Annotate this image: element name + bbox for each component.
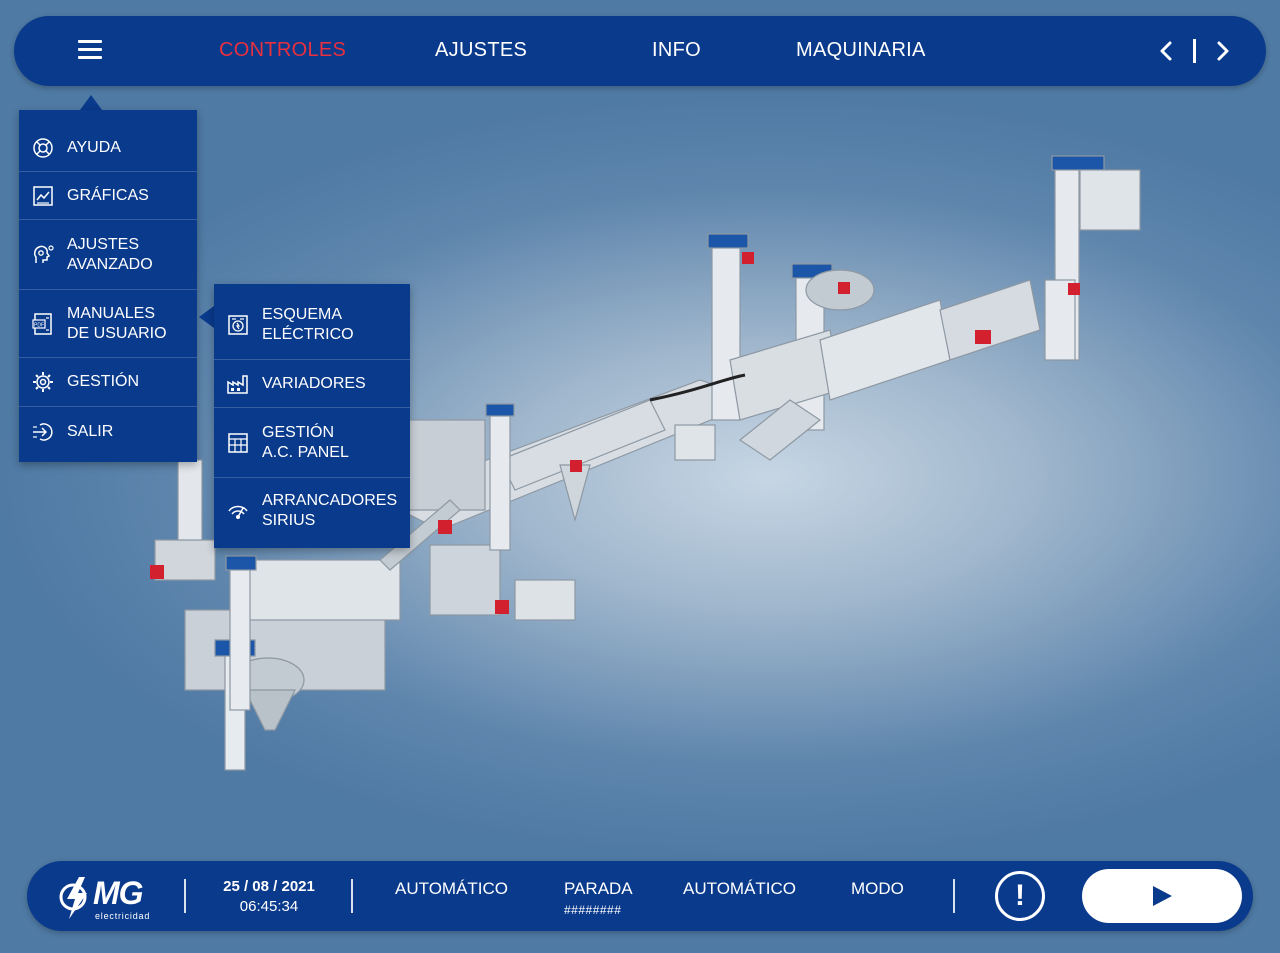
alert-button[interactable]: !: [995, 871, 1045, 921]
factory-icon: [227, 374, 248, 394]
menu-item-label: GRÁFICAS: [67, 186, 149, 204]
starter-icon: [228, 505, 248, 519]
alert-icon: !: [1015, 879, 1025, 912]
status-automatico-2: AUTOMÁTICO: [683, 879, 797, 898]
submenu-item-label: VARIADORES: [262, 374, 366, 392]
menu-item-label: AJUSTES AVANZADO: [67, 235, 153, 273]
status-modo: MODO: [851, 879, 904, 898]
menu-item-label: MANUALES DE USUARIO: [67, 304, 167, 342]
electric-schema-icon: [228, 314, 248, 335]
top-navigation-bar: CONTROLES AJUSTES INFO MAQUINARIA: [14, 16, 1266, 86]
main-menu: AYUDA GRÁFICAS AJUSTES AVANZADO PDF MANU…: [19, 110, 197, 462]
nav-divider: [1193, 39, 1196, 63]
help-icon: [33, 137, 53, 158]
menu-item-ajustes-avanzado[interactable]: AJUSTES AVANZADO: [19, 220, 197, 290]
submenu-item-label: ESQUEMA ELÉCTRICO: [262, 305, 354, 343]
svg-text:PDF: PDF: [34, 322, 44, 328]
panel-icon: [228, 432, 248, 453]
submenu-item-esquema-electrico[interactable]: ESQUEMA ELÉCTRICO: [214, 290, 410, 360]
bottom-status-bar: MG electricidad 25 / 08 / 2021 06:45:34 …: [27, 861, 1253, 931]
submenu-caret: [199, 306, 214, 328]
menu-item-ayuda[interactable]: AYUDA: [19, 124, 197, 172]
status-automatico-1: AUTOMÁTICO: [395, 879, 509, 898]
divider: [184, 879, 186, 913]
lightning-logo-icon: [59, 877, 87, 919]
menu-item-graficas[interactable]: GRÁFICAS: [19, 172, 197, 220]
company-logo: MG electricidad: [57, 873, 157, 921]
menu-item-salir[interactable]: SALIR: [19, 407, 197, 456]
submenu-item-gestion-ac-panel[interactable]: GESTIÓN A.C. PANEL: [214, 408, 410, 478]
menu-item-manuales[interactable]: PDF MANUALES DE USUARIO: [19, 290, 197, 358]
manual-icon: PDF: [32, 312, 52, 335]
exit-icon: [33, 422, 53, 441]
submenu-item-variadores[interactable]: VARIADORES: [214, 360, 410, 408]
menu-item-gestion[interactable]: GESTIÓN: [19, 358, 197, 407]
submenu-item-arrancadores-sirius[interactable]: ARRANCADORES SIRIUS: [214, 478, 410, 544]
hamburger-icon[interactable]: [78, 40, 102, 60]
page-navigation: [1159, 36, 1230, 66]
menu-caret: [80, 95, 102, 110]
divider: [953, 879, 955, 913]
play-icon: [1153, 886, 1172, 906]
date-text: 25 / 08 / 2021: [223, 878, 315, 895]
menu-item-label: SALIR: [67, 422, 114, 440]
status-parada: PARADA: [564, 879, 633, 898]
chevron-right-icon[interactable]: [1216, 40, 1230, 62]
advanced-settings-icon: [34, 244, 54, 263]
manuales-submenu: ESQUEMA ELÉCTRICO VARIADORES GESTIÓN A.C…: [214, 284, 410, 548]
submenu-item-label: ARRANCADORES SIRIUS: [262, 492, 398, 529]
time-text: 06:45:34: [239, 898, 299, 915]
menu-item-label: AYUDA: [67, 138, 121, 156]
submenu-item-label: GESTIÓN A.C. PANEL: [262, 423, 349, 461]
menu-item-label: GESTIÓN: [67, 373, 140, 390]
date-time-display: 25 / 08 / 2021 06:45:34: [205, 877, 333, 917]
status-parada-detail: ########: [564, 903, 622, 917]
tab-ajustes[interactable]: AJUSTES: [435, 39, 527, 62]
logo-subtitle: electricidad: [95, 911, 151, 921]
tab-maquinaria[interactable]: MAQUINARIA: [796, 39, 926, 62]
play-button[interactable]: [1082, 869, 1242, 923]
divider: [351, 879, 353, 913]
logo-text: MG: [93, 875, 144, 911]
chevron-left-icon[interactable]: [1159, 40, 1173, 62]
tab-info[interactable]: INFO: [652, 39, 701, 62]
gear-icon: [33, 372, 53, 392]
tab-controles[interactable]: CONTROLES: [219, 39, 346, 62]
chart-icon: [33, 185, 53, 206]
